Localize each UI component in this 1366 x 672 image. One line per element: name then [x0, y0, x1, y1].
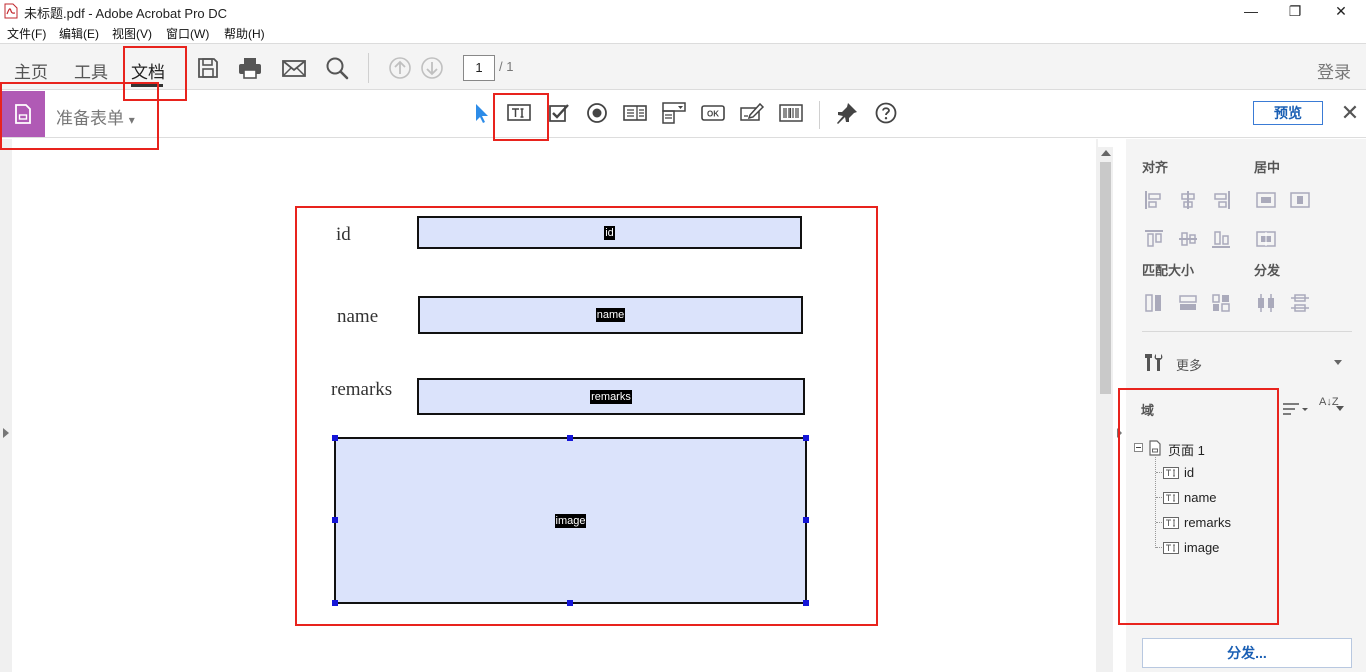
toolbar-divider [819, 101, 820, 129]
sort-order-icon[interactable] [1281, 400, 1309, 418]
align-center-horizontal-icon[interactable] [1177, 189, 1199, 211]
toolbar-divider [368, 53, 369, 83]
window-title: 未标题.pdf - Adobe Acrobat Pro DC [24, 6, 228, 21]
page-number-input[interactable]: 1 [463, 55, 495, 81]
match-both-icon[interactable] [1210, 292, 1232, 314]
menu-edit[interactable]: 编辑(E) [59, 25, 99, 42]
tab-home[interactable]: 主页 [14, 58, 48, 83]
page-total: / 1 [499, 59, 514, 74]
left-panel-toggle-icon[interactable] [3, 428, 9, 438]
match-size-header: 匹配大小 [1142, 263, 1195, 278]
match-height-icon[interactable] [1177, 292, 1199, 314]
close-window-button[interactable]: ✕ [1318, 0, 1364, 22]
menu-file[interactable]: 文件(F) [7, 25, 46, 42]
svg-text:OK: OK [707, 110, 719, 119]
annotation-box-prepare-form [0, 82, 159, 150]
sort-chevron-icon[interactable] [1336, 406, 1344, 411]
restore-button[interactable]: ❐ [1272, 0, 1318, 22]
search-icon[interactable] [324, 55, 350, 81]
align-bottom-icon[interactable] [1210, 228, 1232, 250]
pdf-file-icon [4, 3, 18, 19]
menu-view[interactable]: 视图(V) [112, 25, 152, 42]
distribute-horizontal-icon[interactable] [1255, 292, 1277, 314]
help-icon[interactable] [873, 100, 899, 126]
annotation-box-form-fields [295, 206, 878, 626]
menu-window[interactable]: 窗口(W) [166, 25, 209, 42]
pin-icon[interactable] [834, 100, 860, 126]
title-bar: 未标题.pdf - Adobe Acrobat Pro DC — ❐ ✕ [0, 0, 1366, 22]
panel-divider [1142, 331, 1352, 332]
close-tool-icon[interactable]: ✕ [1339, 100, 1361, 126]
more-label[interactable]: 更多 [1176, 355, 1202, 374]
center-vertical-icon[interactable] [1289, 189, 1311, 211]
login-link[interactable]: 登录 [1317, 58, 1351, 83]
previous-page-icon[interactable] [387, 55, 413, 81]
prepare-form-toolbar: 准备表单 ▾ OK 预览 ✕ [0, 91, 1366, 138]
more-chevron-icon[interactable] [1334, 360, 1342, 365]
distribute-header: 分发 [1254, 263, 1281, 278]
signature-tool-icon[interactable] [739, 100, 765, 126]
match-width-icon[interactable] [1143, 292, 1165, 314]
save-icon[interactable] [195, 55, 221, 81]
menu-help[interactable]: 帮助(H) [224, 25, 265, 42]
menu-bar: 文件(F) 编辑(E) 视图(V) 窗口(W) 帮助(H) [0, 22, 1366, 42]
sort-alpha-icon[interactable]: A↓Z [1319, 397, 1339, 408]
align-header: 对齐 [1142, 160, 1169, 175]
nav-bar: 主页 工具 文档 1 / 1 登录 [0, 43, 1366, 90]
annotation-box-fields-list [1118, 388, 1279, 625]
next-page-icon[interactable] [419, 55, 445, 81]
align-left-icon[interactable] [1143, 189, 1165, 211]
radio-button-tool-icon[interactable] [584, 100, 610, 126]
annotation-box-text-field-tool [493, 93, 549, 141]
preview-button[interactable]: 预览 [1253, 101, 1323, 125]
center-horizontal-icon[interactable] [1255, 189, 1277, 211]
barcode-tool-icon[interactable] [778, 100, 804, 126]
checkbox-tool-icon[interactable] [546, 100, 572, 126]
align-middle-icon[interactable] [1177, 228, 1199, 250]
list-box-tool-icon[interactable] [622, 100, 648, 126]
select-pointer-icon[interactable] [468, 100, 494, 126]
dropdown-tool-icon[interactable] [661, 100, 687, 126]
tab-tools[interactable]: 工具 [74, 58, 108, 83]
center-header: 居中 [1254, 160, 1281, 175]
button-tool-icon[interactable]: OK [700, 100, 726, 126]
minimize-button[interactable]: — [1228, 0, 1274, 22]
email-icon[interactable] [281, 55, 307, 81]
distribute-button[interactable]: 分发... [1142, 638, 1352, 668]
align-right-icon[interactable] [1210, 189, 1232, 211]
print-icon[interactable] [237, 55, 263, 81]
center-both-icon[interactable] [1255, 228, 1277, 250]
distribute-vertical-icon[interactable] [1289, 292, 1311, 314]
scrollbar-thumb[interactable] [1100, 162, 1111, 394]
align-top-icon[interactable] [1143, 228, 1165, 250]
scroll-up-icon[interactable] [1101, 150, 1111, 156]
tools-icon [1145, 354, 1163, 371]
